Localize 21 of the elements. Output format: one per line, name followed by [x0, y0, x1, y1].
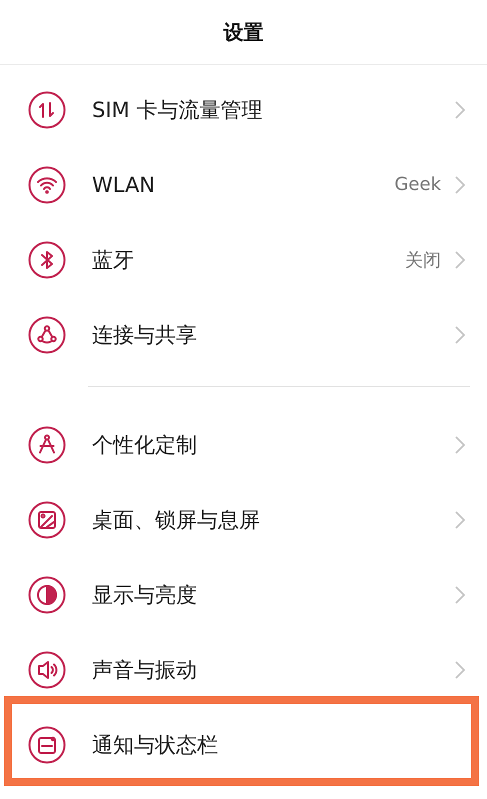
compass-icon — [28, 426, 66, 464]
setting-label[interactable]: 通知与状态栏 — [92, 730, 465, 758]
setting-label[interactable]: SIM 卡与流量管理 — [92, 96, 455, 124]
data-transfer-icon — [28, 90, 66, 128]
notification-panel-icon — [28, 726, 66, 764]
bluetooth-icon — [28, 240, 66, 278]
setting-label[interactable]: 个性化定制 — [92, 430, 455, 458]
setting-label[interactable]: 桌面、锁屏与息屏 — [92, 506, 455, 534]
setting-label[interactable]: 声音与振动 — [92, 656, 455, 684]
image-icon — [28, 500, 66, 538]
setting-label[interactable]: 蓝牙 — [92, 246, 405, 274]
setting-value: Geek — [394, 174, 441, 195]
page-title: 设置 — [224, 18, 264, 46]
contrast-icon — [28, 576, 66, 614]
setting-label[interactable]: 显示与亮度 — [92, 580, 455, 608]
wifi-icon — [28, 166, 66, 204]
speaker-icon — [28, 650, 66, 688]
setting-value: 关闭 — [405, 248, 441, 272]
setting-label[interactable]: WLAN — [92, 172, 394, 196]
setting-label[interactable]: 连接与共享 — [92, 320, 455, 348]
share-nodes-icon — [28, 316, 66, 354]
